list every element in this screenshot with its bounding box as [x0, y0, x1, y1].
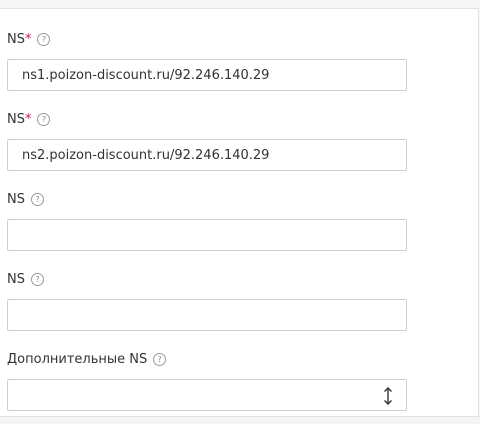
- ns2-label: NS: [7, 111, 25, 127]
- ns-settings-panel: NS*? NS*? NS? NS? Дополнительные NS?: [0, 8, 479, 417]
- ns3-label: NS: [7, 191, 25, 207]
- ns4-label-row: NS?: [7, 269, 407, 289]
- help-icon[interactable]: ?: [153, 352, 167, 366]
- help-icon[interactable]: ?: [30, 192, 44, 206]
- extra-ns-label-row: Дополнительные NS?: [7, 349, 407, 369]
- help-icon[interactable]: ?: [37, 112, 51, 126]
- extra-ns-select[interactable]: [7, 379, 407, 411]
- ns2-input[interactable]: [7, 139, 407, 171]
- extra-ns-label: Дополнительные NS: [7, 351, 148, 367]
- ns3-input[interactable]: [7, 219, 407, 251]
- ns1-input[interactable]: [7, 59, 407, 91]
- ns1-label-row: NS *?: [7, 29, 407, 49]
- ns2-label-row: NS *?: [7, 109, 407, 129]
- ns3-field: NS?: [7, 189, 407, 251]
- help-icon[interactable]: ?: [37, 32, 51, 46]
- ns1-field: NS *?: [7, 29, 407, 91]
- ns4-field: NS?: [7, 269, 407, 331]
- extra-ns-field: Дополнительные NS?: [7, 349, 407, 411]
- help-icon[interactable]: ?: [30, 272, 44, 286]
- ns4-label: NS: [7, 271, 25, 287]
- required-asterisk: *: [24, 111, 32, 127]
- required-asterisk: *: [24, 31, 32, 47]
- ns2-field: NS *?: [7, 109, 407, 171]
- ns1-label: NS: [7, 31, 25, 47]
- up-down-arrow-icon: [384, 387, 392, 405]
- ns4-input[interactable]: [7, 299, 407, 331]
- ns3-label-row: NS?: [7, 189, 407, 209]
